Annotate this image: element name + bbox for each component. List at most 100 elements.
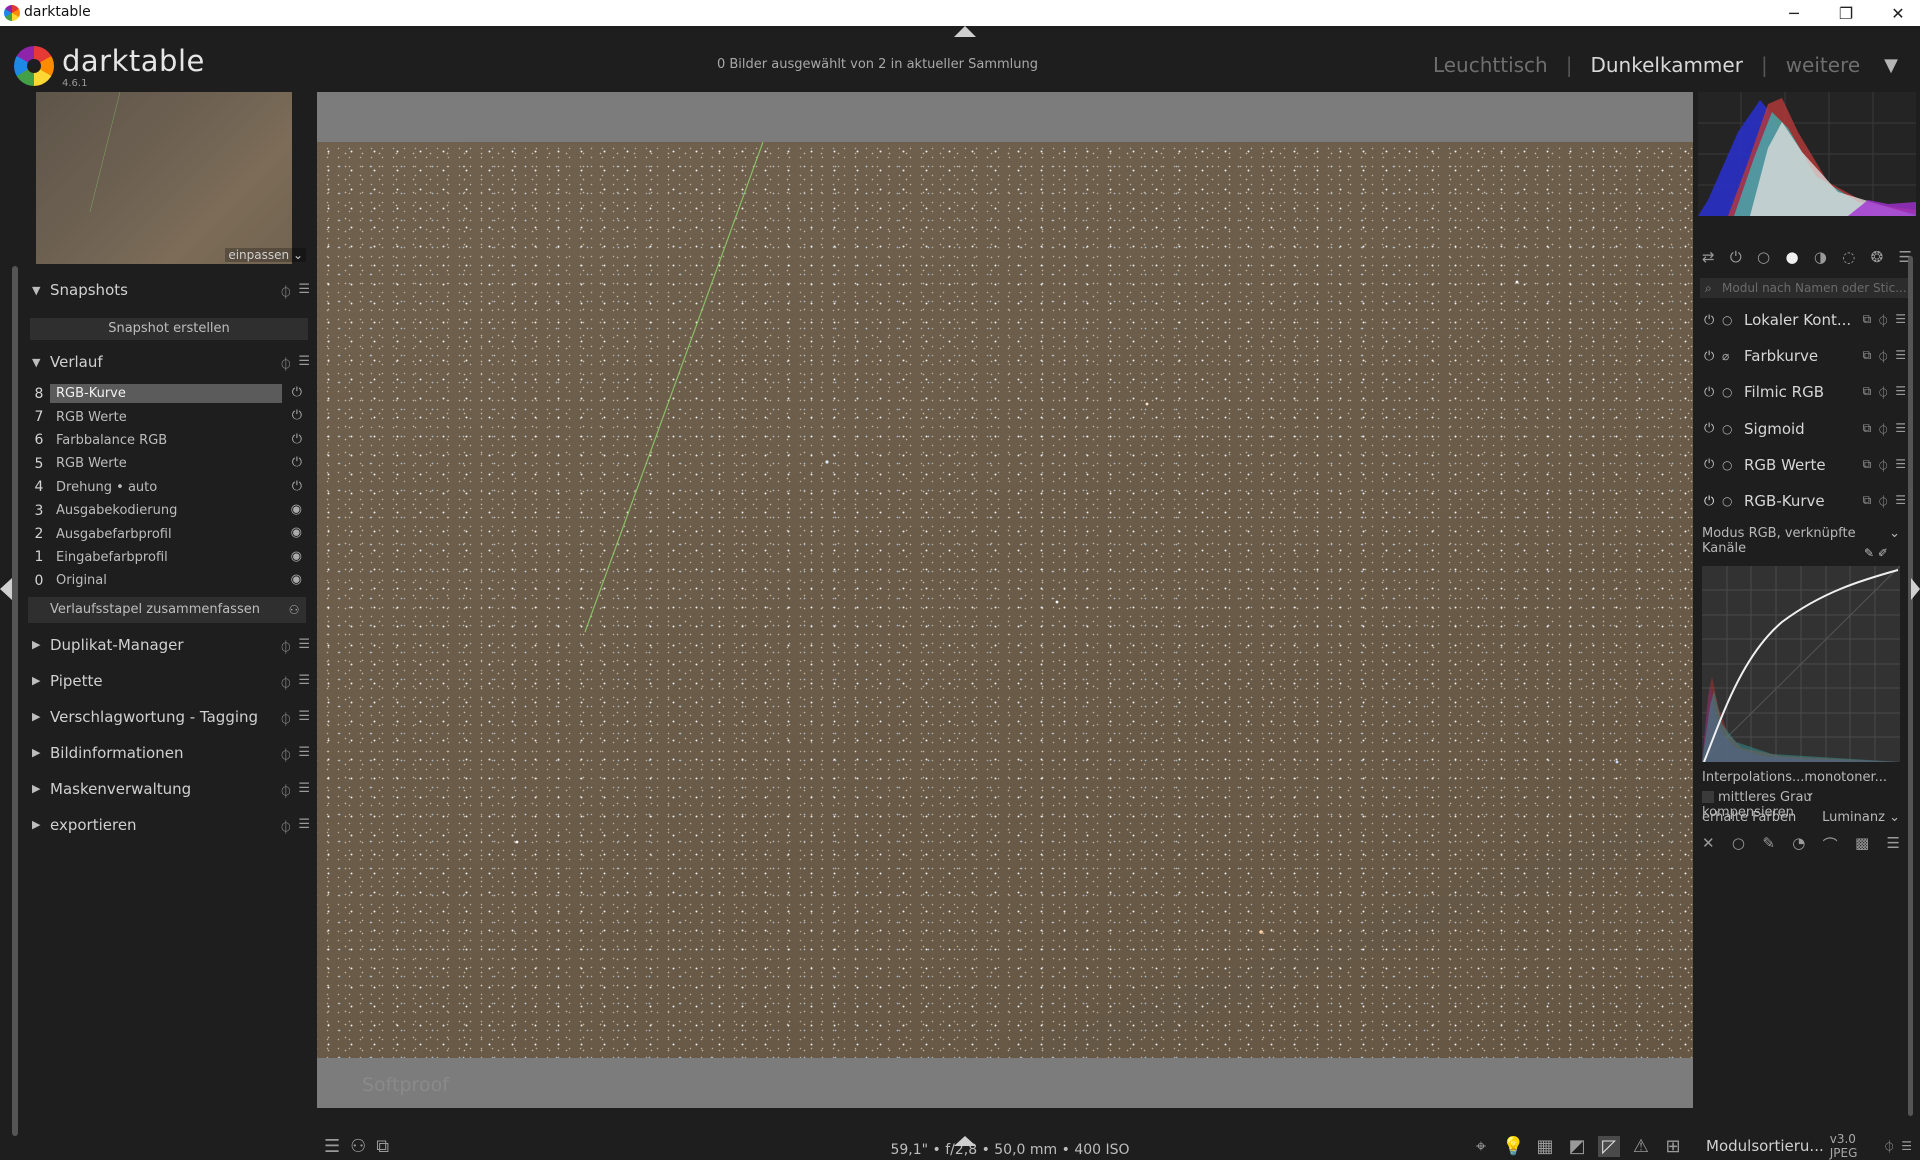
history-item[interactable]: 6 Farbbalance RGB ⏻ (28, 429, 310, 452)
module-rgb-levels[interactable]: ⏻ ○ RGB Werte ⧉ ⏀ ☰ (1698, 447, 1908, 483)
views-dropdown-icon[interactable]: ▼ (1884, 55, 1898, 76)
reset-icon[interactable]: ⏀ (279, 282, 292, 301)
history-header[interactable]: ▼ Verlauf ⏀ ☰ (28, 344, 310, 380)
active-modules-tab-icon[interactable]: ⏻ (1730, 248, 1742, 266)
power-icon[interactable]: ⏻ (1704, 421, 1722, 436)
styles-icon[interactable]: ⚇ (282, 603, 306, 617)
presets-menu-icon[interactable]: ☰ (298, 745, 310, 764)
night-sky-photo[interactable] (317, 142, 1693, 1058)
power-icon[interactable]: ⏻ (1704, 385, 1722, 400)
presets-menu-icon[interactable]: ☰ (1901, 1139, 1912, 1153)
histogram[interactable] (1698, 92, 1916, 216)
effect-group-tab-icon[interactable]: ❂ (1871, 248, 1884, 266)
power-on-icon[interactable]: ⏻ (1704, 494, 1722, 509)
collapse-right-arrow-icon[interactable] (1911, 578, 1920, 600)
reset-icon[interactable]: ⏀ (279, 709, 292, 728)
presets-menu-icon[interactable]: ☰ (298, 817, 310, 836)
reset-icon[interactable]: ⏀ (1883, 1138, 1895, 1155)
drawn-parametric-mask-icon[interactable]: ⌒ (1823, 834, 1838, 855)
minimize-icon[interactable]: ─ (1768, 0, 1820, 26)
navigator-thumbnail[interactable]: einpassen ⌄ (36, 91, 306, 264)
power-icon[interactable]: ⏻ (1704, 313, 1722, 328)
power-icon[interactable]: ⏻ (1704, 457, 1722, 472)
close-icon[interactable]: ✕ (1872, 0, 1920, 26)
clipping-indication-icon[interactable]: ◩ (1566, 1136, 1588, 1157)
module-local-contrast[interactable]: ⏻ ○ Lokaler Kont... ⧉ ⏀ ☰ (1698, 302, 1908, 338)
history-item[interactable]: 2 Ausgabefarbprofil ◉ (28, 522, 310, 545)
parametric-mask-icon[interactable]: ◔ (1792, 834, 1805, 855)
module-duplicate-manager[interactable]: ▶ Duplikat-Manager ⏀ ☰ (28, 627, 310, 663)
reset-icon[interactable]: ⏀ (279, 637, 292, 656)
presets-menu-icon[interactable]: ☰ (1895, 421, 1906, 438)
color-picker-area-icon[interactable]: ✐ (1878, 546, 1888, 560)
right-panel-scrollbar[interactable] (1908, 256, 1913, 1116)
preserve-colors-select[interactable]: erhalte Farben Luminanz ⌄ (1702, 810, 1900, 825)
reset-icon[interactable]: ⏀ (279, 354, 292, 373)
color-picker-icon[interactable]: ✎ (1864, 546, 1874, 560)
reset-icon[interactable]: ⏀ (1877, 312, 1889, 329)
presets-menu-icon[interactable]: ☰ (298, 354, 310, 373)
reset-icon[interactable]: ⏀ (1877, 421, 1889, 438)
module-filmic-rgb[interactable]: ⏻ ○ Filmic RGB ⧉ ⏀ ☰ (1698, 374, 1908, 410)
instance-icon[interactable]: ⧉ (1863, 384, 1872, 401)
collapse-bottom-arrow-icon[interactable] (954, 1136, 976, 1146)
presets-menu-icon[interactable]: ☰ (298, 673, 310, 692)
module-mask-manager[interactable]: ▶ Maskenverwaltung ⏀ ☰ (28, 771, 310, 807)
snapshots-header[interactable]: ▼ Snapshots ⏀ ☰ (28, 272, 310, 308)
snapshot-create-button[interactable]: Snapshot erstellen (30, 318, 308, 340)
navigator-zoom-select[interactable]: einpassen ⌄ (225, 248, 306, 262)
rgb-curve-editor[interactable] (1701, 565, 1901, 763)
raster-mask-icon[interactable]: ▩ (1855, 834, 1869, 855)
reset-icon[interactable]: ⏀ (1877, 348, 1889, 365)
module-image-information[interactable]: ▶ Bildinformationen ⏀ ☰ (28, 735, 310, 771)
quick-access-menu-icon[interactable]: ☰ (324, 1136, 340, 1157)
module-color-curve[interactable]: ⏻ ⌀ Farbkurve ⧉ ⏀ ☰ (1698, 338, 1908, 374)
second-window-icon[interactable]: ⧉ (376, 1136, 389, 1157)
mask-off-icon[interactable]: ✕ (1702, 834, 1715, 855)
power-icon[interactable]: ⏻ (1704, 349, 1722, 364)
reset-icon[interactable]: ⏀ (279, 817, 292, 836)
quick-access-tab-icon[interactable]: ⇄ (1702, 248, 1715, 266)
presets-menu-icon[interactable]: ☰ (1895, 312, 1906, 329)
module-color-picker[interactable]: ▶ Pipette ⏀ ☰ (28, 663, 310, 699)
presets-menu-icon[interactable]: ☰ (1895, 457, 1906, 474)
reset-icon[interactable]: ⏀ (1877, 457, 1889, 474)
history-item[interactable]: 5 RGB Werte ⏻ (28, 452, 310, 475)
presets-menu-icon[interactable]: ☰ (1895, 493, 1906, 510)
focus-peaking-icon[interactable]: ⌖ (1470, 1136, 1492, 1157)
reset-icon[interactable]: ⏀ (1877, 384, 1889, 401)
guides-icon[interactable]: ⊞ (1662, 1136, 1684, 1157)
module-rgb-curve[interactable]: ⏻ ○ RGB-Kurve ⧉ ⏀ ☰ (1698, 483, 1908, 519)
presets-menu-icon[interactable]: ☰ (298, 637, 310, 656)
module-export[interactable]: ▶ exportieren ⏀ ☰ (28, 807, 310, 843)
history-item[interactable]: 1 Eingabefarbprofil ◉ (28, 546, 310, 569)
history-item[interactable]: 3 Ausgabekodierung ◉ (28, 499, 310, 522)
history-item[interactable]: 0 Original ◉ (28, 569, 310, 592)
reset-icon[interactable]: ⏀ (279, 673, 292, 692)
instance-icon[interactable]: ⧉ (1863, 421, 1872, 438)
instance-icon[interactable]: ⧉ (1863, 457, 1872, 474)
instance-icon[interactable]: ⧉ (1863, 312, 1872, 329)
uniform-mask-icon[interactable]: ○ (1732, 834, 1745, 855)
tone-group-tab-icon[interactable]: ● (1785, 248, 1798, 266)
restore-icon[interactable]: ❐ (1820, 0, 1872, 26)
instance-icon[interactable]: ⧉ (1863, 348, 1872, 365)
presets-menu-icon[interactable]: ☰ (298, 781, 310, 800)
view-darkroom[interactable]: Dunkelkammer (1590, 53, 1742, 77)
module-search-input[interactable]: ⌕ Modul nach Namen oder Stic... (1700, 278, 1908, 298)
color-group-tab-icon[interactable]: ◑ (1814, 248, 1827, 266)
presets-menu-icon[interactable]: ☰ (298, 282, 310, 301)
base-group-tab-icon[interactable]: ○ (1757, 248, 1770, 266)
module-sigmoid[interactable]: ⏻ ○ Sigmoid ⧉ ⏀ ☰ (1698, 411, 1908, 447)
styles-icon[interactable]: ⚇ (350, 1136, 366, 1157)
presets-menu-icon[interactable]: ☰ (1895, 348, 1906, 365)
collapse-top-arrow-icon[interactable] (954, 26, 976, 37)
presets-menu-icon[interactable]: ☰ (1895, 384, 1906, 401)
drawn-mask-icon[interactable]: ✎ (1762, 834, 1775, 855)
reset-icon[interactable]: ⏀ (279, 781, 292, 800)
blend-menu-icon[interactable]: ☰ (1887, 834, 1900, 855)
history-item[interactable]: 8 RGB-Kurve ⏻ (28, 382, 310, 405)
collapse-left-arrow-icon[interactable] (0, 578, 12, 600)
history-item[interactable]: 4 Drehung • auto ⏻ (28, 476, 310, 499)
history-compress-button[interactable]: Verlaufsstapel zusammenfassen ⚇ (28, 596, 306, 623)
